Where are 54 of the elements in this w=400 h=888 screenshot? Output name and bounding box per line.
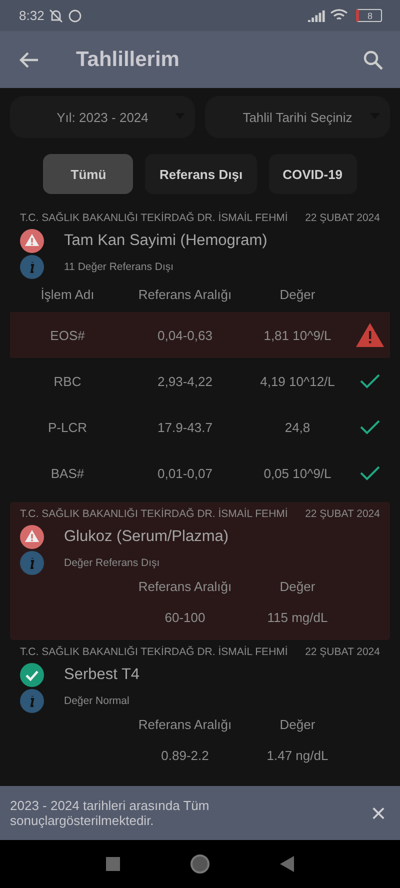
wifi-icon [330, 9, 348, 22]
filter-chip[interactable]: Tümü [43, 154, 134, 194]
snackbar-message: 2023 - 2024 tarihleri arasında Tüm sonuçlargösterilmektedir. [10, 798, 210, 828]
column-header: Değer [280, 287, 316, 302]
hospital-name: T.C. SAĞLIK BAKANLIĞI TEKİRDAĞ DR. İSMAİL FEHMİ [20, 508, 288, 520]
info-icon[interactable] [20, 689, 44, 713]
result-summary: Değer Referans Dışı [64, 557, 160, 569]
table-cell: 115 mg/dL [267, 610, 328, 624]
home-icon[interactable] [190, 854, 210, 874]
result-summary: 11 Değer Referans Dışı [64, 261, 174, 273]
clock: 8:32 [19, 8, 44, 23]
table-cell: 0,04-0,63 [158, 328, 212, 342]
filter-chip[interactable]: COVID-19 [268, 154, 357, 194]
table-cell: RBC [54, 374, 82, 388]
result-date: 22 ŞUBAT 2024 [305, 508, 380, 520]
table-cell: 0,01-0,07 [158, 466, 212, 480]
info-icon[interactable] [20, 255, 44, 279]
table-cell: 0,05 10^9/L [264, 466, 332, 480]
result-date: 22 ŞUBAT 2024 [305, 646, 380, 658]
column-header: Referans Aralığı [138, 717, 232, 732]
column-header: Referans Aralığı [138, 287, 232, 302]
test-name: Tam Kan Sayimi (Hemogram) [64, 232, 268, 250]
back-icon[interactable] [280, 856, 294, 872]
muted-bell-icon [48, 8, 64, 22]
test-name: Glukoz (Serum/Plazma) [64, 528, 229, 546]
table-cell: 2,93-4,22 [158, 374, 212, 388]
table-cell: 17.9-43.7 [158, 420, 212, 434]
page-title: Tahlillerim [76, 48, 180, 72]
table-cell: 4,19 10^12/L [260, 374, 335, 388]
column-header: Değer [280, 579, 316, 594]
hospital-name: T.C. SAĞLIK BAKANLIĞI TEKİRDAĞ DR. İSMAİL FEHMİ [20, 212, 288, 224]
chat-icon [68, 8, 82, 22]
result-date: 22 ŞUBAT 2024 [305, 212, 380, 224]
table-cell: 0.89-2.2 [161, 748, 209, 762]
filter-chip[interactable]: Referans Dışı [145, 154, 257, 194]
column-header: Değer [280, 717, 316, 732]
result-summary: Değer Normal [64, 695, 130, 707]
table-cell: EOS# [50, 328, 85, 342]
table-cell: 1.47 ng/dL [266, 748, 328, 762]
table-cell: 1,81 10^9/L [264, 328, 332, 342]
column-header: İşlem Adı [40, 287, 94, 302]
table-cell: 24,8 [284, 420, 310, 434]
dropdown[interactable]: Yıl: 2023 - 2024 [10, 96, 195, 138]
close-button[interactable]: × [366, 798, 386, 828]
table-cell: BAS# [50, 466, 84, 480]
table-cell: P-LCR [48, 420, 87, 434]
battery-icon: 8 [356, 9, 382, 22]
info-icon[interactable] [20, 551, 44, 575]
hospital-name: T.C. SAĞLIK BAKANLIĞI TEKİRDAĞ DR. İSMAİL FEHMİ [20, 646, 288, 658]
test-name: Serbest T4 [64, 666, 140, 684]
table-cell: 60-100 [164, 610, 206, 624]
column-header: Referans Aralığı [138, 579, 232, 594]
signal-icon [308, 10, 326, 22]
dropdown[interactable]: Tahlil Tarihi Seçiniz [205, 96, 390, 138]
